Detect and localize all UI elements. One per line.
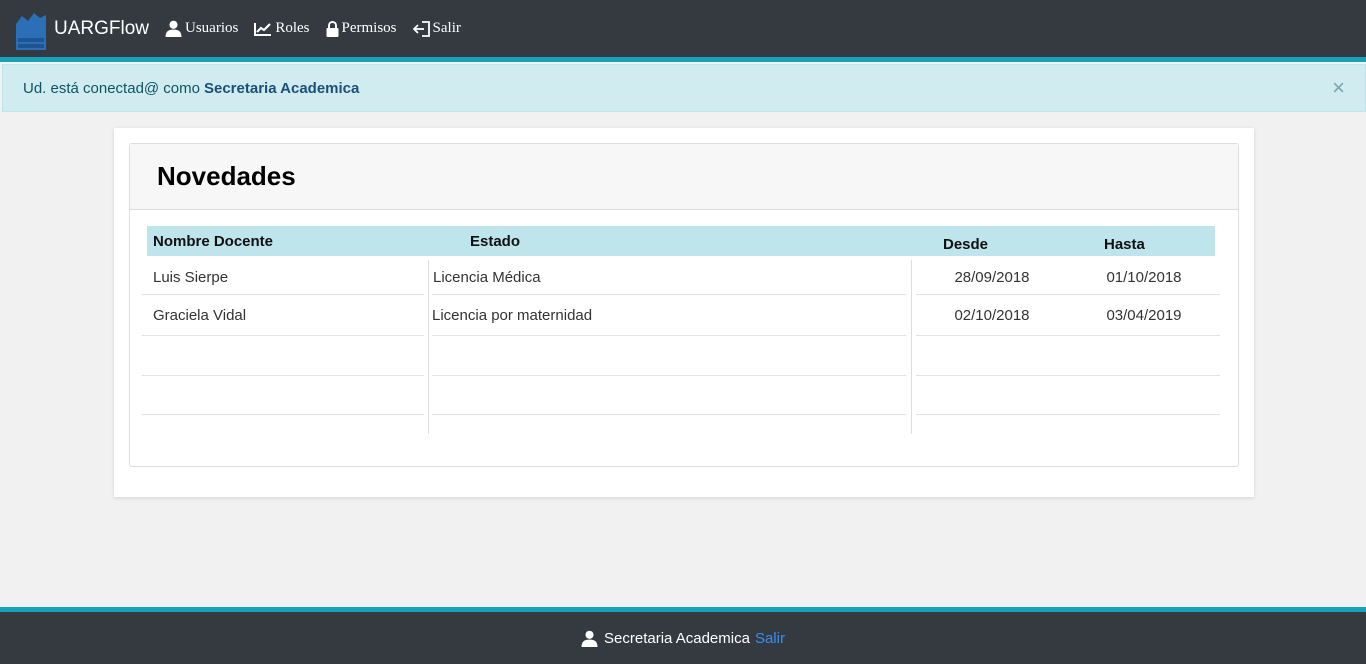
brand-name: UARGFlow — [54, 17, 150, 39]
footer-user: Secretaria Academica — [604, 629, 750, 647]
unpa-uarg-logo — [16, 12, 46, 50]
footer-logout-link[interactable]: Salir — [755, 630, 785, 647]
user-icon — [581, 630, 598, 647]
brand[interactable]: UARGFlow — [16, 9, 150, 50]
footer: Secretaria Academica Salir — [0, 607, 1366, 664]
chart-line-icon — [254, 22, 272, 36]
column-divider — [428, 260, 429, 434]
main-container: Novedades Nombre Docente Estado Desde Ha… — [114, 128, 1254, 497]
header-desde: Desde — [943, 236, 989, 253]
column-divider — [911, 260, 912, 434]
nav-permisos-label: Permisos — [341, 20, 397, 36]
connection-alert: Ud. está conectad@ como Secretaria Acade… — [2, 64, 1366, 112]
card-header: Novedades — [130, 144, 1238, 210]
table-cell: 28/09/2018 — [916, 260, 1068, 295]
table-cell: Graciela Vidal — [142, 295, 424, 336]
sign-out-icon — [412, 20, 430, 37]
empty-cell — [1068, 336, 1220, 376]
empty-cell — [916, 376, 1068, 415]
header-estado: Estado — [470, 233, 521, 250]
lock-icon — [326, 20, 339, 37]
user-icon — [165, 20, 182, 37]
empty-cell — [432, 336, 906, 376]
novedades-card: Novedades Nombre Docente Estado Desde Ha… — [129, 143, 1239, 467]
nav-salir-label: Salir — [432, 20, 461, 36]
empty-cell — [916, 336, 1068, 376]
nav-permisos[interactable]: Permisos — [326, 20, 397, 37]
nav-salir[interactable]: Salir — [412, 20, 461, 37]
table-cell: Licencia Médica — [432, 260, 906, 295]
empty-cell — [1068, 376, 1220, 415]
empty-cell — [142, 376, 424, 415]
table-cell: 02/10/2018 — [916, 295, 1068, 336]
nav-usuarios-label: Usuarios — [185, 20, 239, 36]
alert-prefix: Ud. está conectad@ como — [23, 79, 200, 97]
close-icon[interactable]: × — [1332, 77, 1345, 99]
table-cell: 03/04/2019 — [1068, 295, 1220, 336]
nav-roles[interactable]: Roles — [254, 20, 310, 37]
header-nombre-docente: Nombre Docente — [153, 233, 274, 250]
card-title: Novedades — [157, 161, 296, 191]
alert-user: Secretaria Academica — [203, 79, 360, 97]
empty-cell — [142, 336, 424, 376]
nav-usuarios[interactable]: Usuarios — [165, 20, 238, 37]
header-hasta: Hasta — [1104, 236, 1145, 253]
table-cell: 01/10/2018 — [1068, 260, 1220, 295]
top-navbar: UARGFlow Usuarios Roles Permisos Salir — [0, 0, 1366, 62]
table-cell: Luis Sierpe — [142, 260, 424, 295]
nav-roles-label: Roles — [275, 20, 310, 36]
empty-cell — [432, 376, 906, 415]
table-cell: Licencia por maternidad — [432, 295, 906, 336]
table-header: Nombre Docente Estado Desde Hasta — [147, 226, 1215, 256]
